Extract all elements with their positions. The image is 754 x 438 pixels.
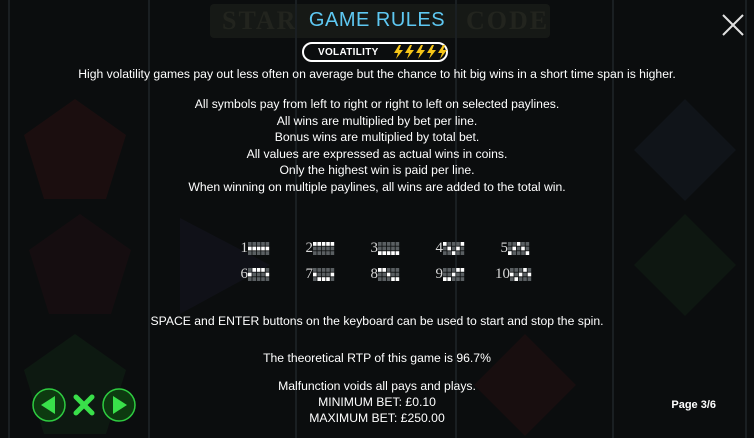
volatility-label: VOLATILITY xyxy=(318,46,379,58)
payline-number: 9 xyxy=(435,266,444,282)
payline-4: 4 xyxy=(417,240,477,258)
payline-number: 10 xyxy=(495,266,510,282)
paylines-diagram: 1 2 3 4 5 6 7 8 9 10 xyxy=(222,240,542,282)
background-gem-icon xyxy=(29,214,131,314)
volatility-description: High volatility games pay out less often… xyxy=(78,67,676,81)
rule-line: Only the highest win is paid per line. xyxy=(279,163,475,178)
volatility-badge: VOLATILITY xyxy=(302,42,448,62)
lightning-icon xyxy=(393,45,403,59)
background-gem-icon xyxy=(634,214,736,316)
rule-line: All wins are multiplied by bet per line. xyxy=(276,113,478,128)
payline-pattern-icon xyxy=(510,268,532,281)
close-icon[interactable] xyxy=(720,12,746,38)
payline-7: 7 xyxy=(287,266,347,284)
payline-5: 5 xyxy=(482,240,542,258)
rule-line: When winning on multiple paylines, all w… xyxy=(188,180,566,194)
payline-pattern-icon xyxy=(313,268,335,281)
payline-9: 9 xyxy=(417,266,477,284)
payline-number: 2 xyxy=(305,240,314,256)
payline-number: 8 xyxy=(370,266,379,282)
payline-1: 1 xyxy=(222,240,282,258)
rtp-text: The theoretical RTP of this game is 96.7… xyxy=(263,351,491,365)
payline-pattern-icon xyxy=(313,242,335,255)
payline-pattern-icon xyxy=(248,242,270,255)
payline-3: 3 xyxy=(352,240,412,258)
payline-pattern-icon xyxy=(443,268,465,281)
payline-2: 2 xyxy=(287,240,347,258)
payline-number: 6 xyxy=(240,266,249,282)
keyboard-instructions: SPACE and ENTER buttons on the keyboard … xyxy=(150,314,604,328)
payline-6: 6 xyxy=(222,266,282,284)
payline-pattern-icon xyxy=(248,268,270,281)
arrow-right-icon[interactable] xyxy=(102,388,136,422)
payline-number: 3 xyxy=(370,240,379,256)
rule-line: All symbols pay from left to right or ri… xyxy=(194,97,560,111)
payline-pattern-icon xyxy=(378,268,400,281)
payline-number: 5 xyxy=(500,240,509,256)
page-indicator: Page 3/6 xyxy=(671,399,716,411)
rule-line: All values are expressed as actual wins … xyxy=(246,146,508,161)
lightning-icon xyxy=(415,45,425,59)
payline-pattern-icon xyxy=(443,242,465,255)
payline-pattern-icon xyxy=(508,242,530,255)
page-title: GAME RULES xyxy=(308,9,446,31)
rule-line: Bonus wins are multiplied by total bet. xyxy=(274,130,480,145)
lightning-icon xyxy=(426,45,436,59)
payline-10: 10 xyxy=(484,266,544,284)
payline-number: 7 xyxy=(305,266,314,282)
payline-number: 1 xyxy=(240,240,249,256)
payline-8: 8 xyxy=(352,266,412,284)
volatility-meter xyxy=(393,45,448,59)
x-icon[interactable] xyxy=(67,388,101,422)
arrow-left-icon[interactable] xyxy=(32,388,66,422)
lightning-icon xyxy=(437,45,447,59)
lightning-icon xyxy=(404,45,414,59)
payline-number: 4 xyxy=(435,240,444,256)
payline-pattern-icon xyxy=(378,242,400,255)
